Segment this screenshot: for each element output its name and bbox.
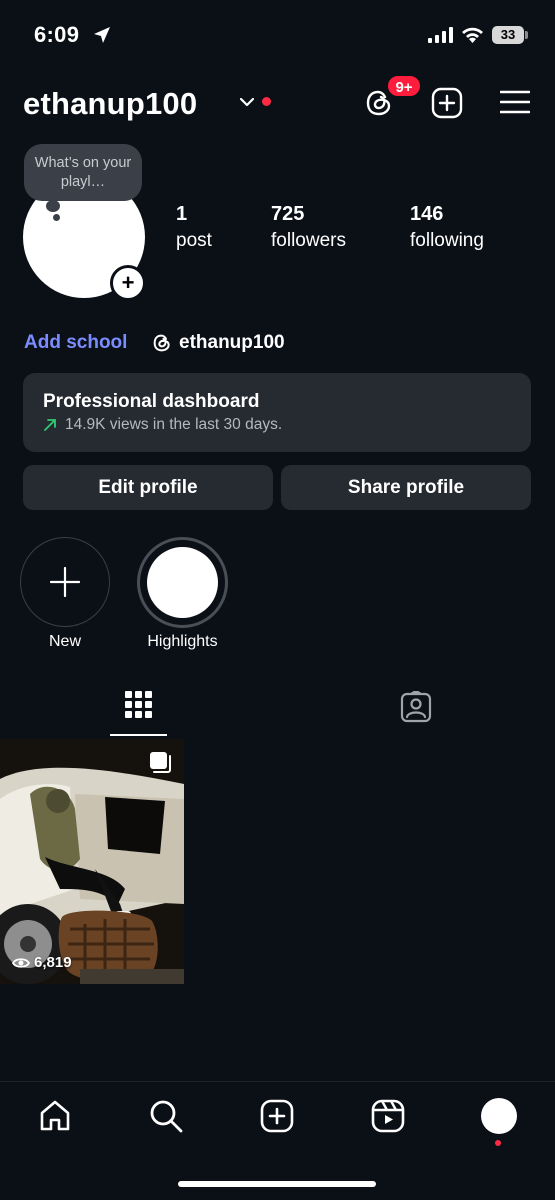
posts-count: 1	[176, 203, 188, 225]
share-profile-button[interactable]: Share profile	[281, 465, 531, 510]
battery-indicator: 33	[492, 26, 524, 44]
post-view-count: 6,819	[12, 954, 72, 971]
status-time: 6:09	[34, 22, 80, 47]
highlight-item[interactable]	[137, 537, 228, 628]
battery-tip	[525, 31, 528, 39]
new-post-icon[interactable]	[431, 87, 463, 119]
following-label: following	[410, 230, 484, 251]
highlight-label: Highlights	[147, 633, 218, 650]
home-indicator	[178, 1181, 376, 1187]
search-icon[interactable]	[149, 1099, 183, 1133]
highlight-label-new: New	[48, 633, 81, 650]
add-school-link[interactable]: Add school	[24, 332, 127, 354]
dashboard-title: Professional dashboard	[43, 391, 260, 412]
professional-dashboard-card[interactable]: Professional dashboard 14.9K views in th…	[23, 373, 531, 452]
menu-icon[interactable]	[500, 89, 530, 115]
plus-icon: +	[116, 271, 140, 295]
reels-icon[interactable]	[371, 1099, 405, 1133]
wifi-icon	[462, 27, 483, 43]
tagged-icon[interactable]	[400, 691, 432, 723]
add-story-button[interactable]: +	[110, 265, 146, 301]
highlight-cover	[147, 547, 218, 618]
profile-note-bubble[interactable]: What’s on your playl…	[24, 144, 142, 201]
create-icon[interactable]	[260, 1099, 294, 1133]
location-arrow-icon	[94, 27, 110, 43]
dashboard-subtitle: 14.9K views in the last 30 days.	[65, 416, 283, 433]
cellular-signal-icon	[428, 27, 453, 43]
followers-label: followers	[271, 230, 346, 251]
note-tail-dot	[53, 214, 60, 221]
note-tail-dot	[46, 200, 60, 212]
profile-username[interactable]: ethanup100	[23, 86, 197, 122]
grid-icon[interactable]	[125, 691, 152, 718]
chevron-down-icon[interactable]	[239, 96, 255, 108]
post-photo	[0, 739, 184, 984]
profile-activity-dot	[495, 1140, 501, 1146]
edit-profile-button[interactable]: Edit profile	[23, 465, 273, 510]
plus-icon	[50, 567, 80, 597]
profile-tab-avatar[interactable]	[481, 1098, 517, 1134]
threads-handle-link[interactable]: ethanup100	[179, 332, 285, 354]
unread-dot	[262, 97, 271, 106]
eye-icon	[12, 957, 30, 968]
notification-badge: 9+	[386, 74, 422, 98]
carousel-icon	[150, 752, 171, 773]
posts-label: post	[176, 230, 212, 251]
following-stat[interactable]: 146 following	[410, 203, 484, 252]
view-count-text: 6,819	[34, 954, 72, 971]
bottom-nav-divider	[0, 1081, 555, 1082]
followers-stat[interactable]: 725 followers	[271, 203, 346, 252]
post-thumbnail[interactable]: 6,819	[0, 739, 184, 984]
following-count: 146	[410, 203, 444, 225]
followers-count: 725	[271, 203, 305, 225]
threads-icon	[153, 334, 170, 352]
home-icon[interactable]	[38, 1099, 72, 1133]
trend-up-icon	[44, 419, 56, 431]
new-highlight-button[interactable]	[20, 537, 110, 627]
posts-stat[interactable]: 1 post	[176, 203, 212, 252]
active-tab-indicator	[110, 734, 167, 736]
